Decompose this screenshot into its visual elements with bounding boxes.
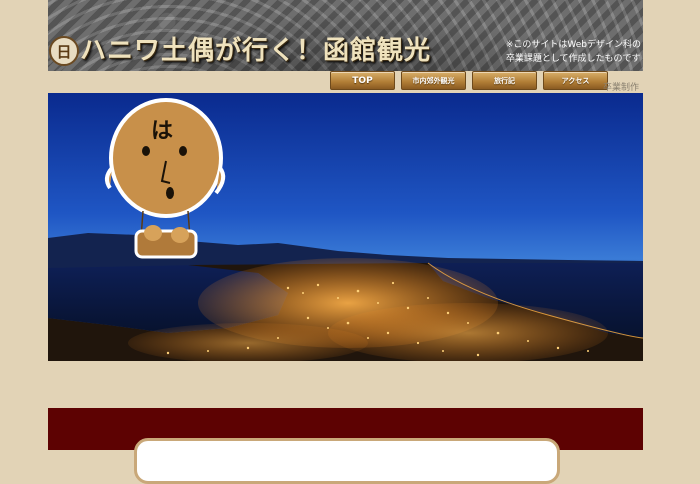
site-logo-icon[interactable]: 日 — [49, 36, 79, 66]
content-card — [134, 438, 560, 484]
mascot-face-glyph: は — [151, 119, 174, 144]
graduation-project-label: 卒業制作 — [603, 83, 640, 93]
nav-access-button[interactable]: アクセス — [543, 71, 608, 90]
night-view-image — [48, 93, 643, 361]
nav-top-button[interactable]: TOP — [330, 71, 395, 90]
notice-line-1: ※このサイトはWebデザイン科の — [505, 40, 641, 50]
site-notice: ※このサイトはWebデザイン科の 卒業課題として作成したものです — [506, 38, 641, 66]
site-title[interactable]: ハニワ土偶が行く！函館観光 — [80, 30, 431, 67]
notice-line-2: 卒業課題として作成したものです — [505, 54, 641, 64]
nav-sightseeing-button[interactable]: 市内郊外観光 — [401, 71, 466, 90]
main-nav: TOP 市内郊外観光 旅行記 アクセス — [330, 71, 608, 90]
content-panel — [48, 408, 643, 484]
site-header: 日 ハニワ土偶が行く！函館観光 ※このサイトはWebデザイン科の 卒業課題として… — [48, 0, 643, 71]
nav-travelogue-button[interactable]: 旅行記 — [472, 71, 537, 90]
hero-banner: は — [48, 93, 643, 361]
